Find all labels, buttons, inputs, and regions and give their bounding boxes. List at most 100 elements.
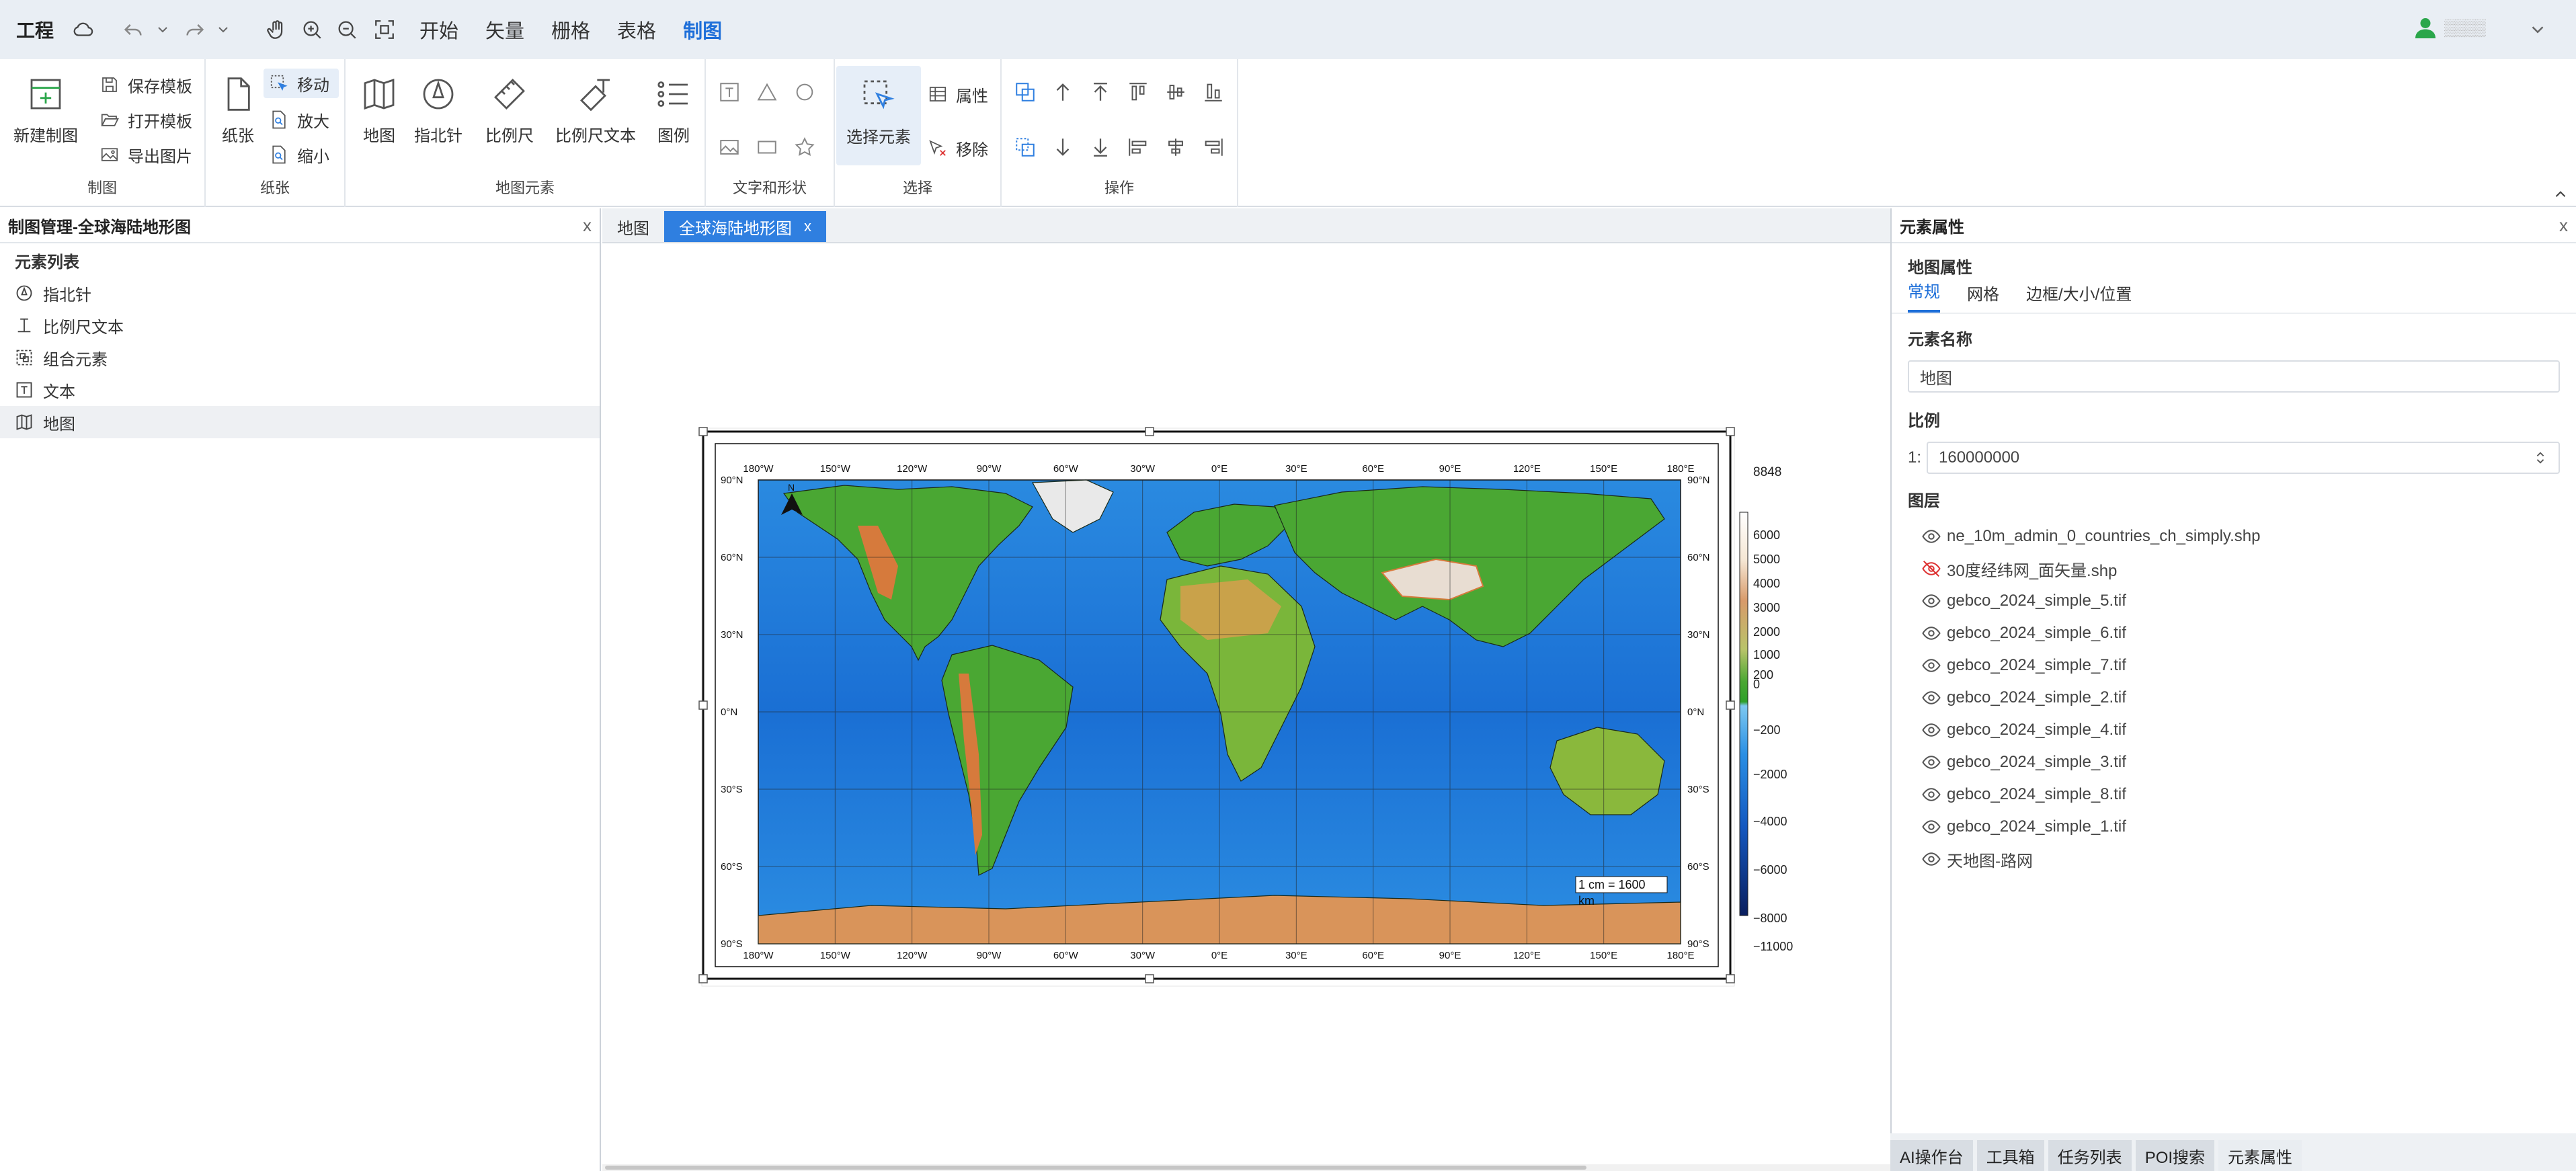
scale-bar-button[interactable]: 比例尺	[485, 75, 534, 146]
element-item-group[interactable]: 组合元素	[0, 341, 600, 374]
tab-map[interactable]: 地图	[602, 211, 664, 242]
element-item-text[interactable]: 文本	[0, 374, 600, 406]
eye-icon[interactable]	[1921, 752, 1941, 772]
resize-handle-n[interactable]	[1145, 427, 1154, 436]
menu-vector[interactable]: 矢量	[472, 0, 538, 59]
eye-icon[interactable]	[1921, 591, 1941, 611]
align-top-icon[interactable]	[1125, 79, 1151, 105]
element-item-north-arrow[interactable]: 指北针	[0, 277, 600, 309]
layer-item[interactable]: 天地图-路网	[1892, 843, 2576, 875]
align-center-icon[interactable]	[1163, 134, 1189, 160]
align-middle-icon[interactable]	[1163, 79, 1189, 105]
resize-handle-w[interactable]	[698, 700, 708, 710]
tab-poi-search[interactable]: POI搜索	[2135, 1140, 2215, 1171]
bring-to-front-icon[interactable]	[1088, 79, 1113, 105]
eye-icon[interactable]	[1921, 849, 1941, 869]
user-name[interactable]: ▒▒▒▒	[2444, 19, 2486, 38]
open-template-button[interactable]: 打开模板	[99, 105, 192, 134]
layout-canvas[interactable]: 8848 N 1 cm = 1600 km 180°W 150°W 120°W …	[602, 243, 1890, 1164]
element-name-input[interactable]: 地图	[1908, 360, 2560, 393]
zoom-in-icon[interactable]	[298, 0, 325, 59]
menu-raster[interactable]: 栅格	[538, 0, 604, 59]
tab-task-list[interactable]: 任务列表	[2048, 1140, 2132, 1171]
collapse-ribbon-icon[interactable]	[2552, 186, 2569, 203]
align-bottom-icon[interactable]	[1201, 79, 1226, 105]
layer-item[interactable]: gebco_2024_simple_2.tif	[1892, 682, 2576, 714]
layer-item[interactable]: gebco_2024_simple_7.tif	[1892, 649, 2576, 682]
full-extent-icon[interactable]	[371, 0, 398, 59]
remove-button[interactable]: 移除	[928, 133, 988, 163]
new-map-button[interactable]: 新建制图	[13, 75, 78, 146]
circle-tool-icon[interactable]	[792, 79, 817, 105]
close-tab-button[interactable]: x	[804, 218, 811, 235]
star-tool-icon[interactable]	[792, 134, 817, 160]
layer-item[interactable]: ne_10m_admin_0_countries_ch_simply.shp	[1892, 520, 2576, 553]
bring-forward-icon[interactable]	[1050, 79, 1076, 105]
layer-item[interactable]: gebco_2024_simple_1.tif	[1892, 811, 2576, 843]
zoom-in-paper-button[interactable]: 放大	[269, 105, 329, 134]
export-image-button[interactable]: 导出图片	[99, 140, 192, 169]
align-right-icon[interactable]	[1201, 134, 1226, 160]
menu-start[interactable]: 开始	[406, 0, 472, 59]
send-backward-icon[interactable]	[1050, 134, 1076, 160]
resize-handle-nw[interactable]	[698, 427, 708, 436]
scrollbar-thumb[interactable]	[605, 1166, 1586, 1170]
tab-layout[interactable]: 全球海陆地形图 x	[664, 211, 826, 242]
close-properties-button[interactable]: x	[2559, 215, 2568, 236]
ungroup-elements-icon[interactable]	[1012, 134, 1038, 160]
legend-button[interactable]: 图例	[655, 75, 692, 146]
image-tool-icon[interactable]	[717, 134, 742, 160]
tab-ai-console[interactable]: AI操作台	[1890, 1140, 1973, 1171]
redo-dropdown-icon[interactable]	[215, 0, 231, 59]
text-tool-icon[interactable]	[717, 79, 742, 105]
eye-icon[interactable]	[1921, 623, 1941, 643]
menu-mapping[interactable]: 制图	[670, 0, 735, 59]
eye-icon[interactable]	[1921, 688, 1941, 708]
pan-hand-icon[interactable]	[264, 0, 290, 59]
close-panel-button[interactable]: x	[583, 215, 592, 236]
layer-item[interactable]: gebco_2024_simple_4.tif	[1892, 714, 2576, 746]
eye-off-icon[interactable]	[1921, 559, 1941, 579]
rectangle-tool-icon[interactable]	[754, 134, 780, 160]
undo-dropdown-icon[interactable]	[155, 0, 171, 59]
eye-icon[interactable]	[1921, 784, 1941, 805]
align-left-icon[interactable]	[1125, 134, 1151, 160]
scale-input[interactable]: 160000000	[1927, 442, 2560, 474]
element-item-map[interactable]: 地图	[0, 406, 600, 438]
properties-button[interactable]: 属性	[928, 79, 988, 109]
layer-item[interactable]: gebco_2024_simple_3.tif	[1892, 746, 2576, 778]
user-avatar-icon[interactable]	[2413, 15, 2438, 42]
move-button[interactable]: 移动	[264, 69, 339, 98]
layer-item[interactable]: 30度经纬网_面矢量.shp	[1892, 553, 2576, 585]
stepper-icon[interactable]	[2533, 448, 2548, 467]
menu-table[interactable]: 表格	[604, 0, 670, 59]
triangle-tool-icon[interactable]	[754, 79, 780, 105]
paper-button[interactable]: 纸张	[219, 75, 257, 146]
element-item-scale-text[interactable]: 比例尺文本	[0, 309, 600, 341]
horizontal-scrollbar[interactable]	[602, 1164, 1890, 1171]
redo-icon[interactable]	[182, 0, 208, 59]
north-arrow-button[interactable]: 指北针	[414, 75, 462, 146]
eye-icon[interactable]	[1921, 526, 1941, 547]
resize-handle-ne[interactable]	[1726, 427, 1735, 436]
subtab-border-size-position[interactable]: 边框/大小/位置	[2026, 281, 2132, 313]
layout-page[interactable]: 8848 N 1 cm = 1600 km 180°W 150°W 120°W …	[602, 243, 1890, 1164]
layer-item[interactable]: gebco_2024_simple_6.tif	[1892, 617, 2576, 649]
select-element-button[interactable]: 选择元素	[836, 66, 921, 165]
zoom-out-paper-button[interactable]: 缩小	[269, 140, 329, 169]
project-menu[interactable]: 工程	[16, 16, 54, 43]
send-to-back-icon[interactable]	[1088, 134, 1113, 160]
resize-handle-sw[interactable]	[698, 974, 708, 983]
eye-icon[interactable]	[1921, 720, 1941, 740]
cloud-icon[interactable]	[70, 0, 97, 59]
group-elements-icon[interactable]	[1012, 79, 1038, 105]
save-template-button[interactable]: 保存模板	[99, 70, 192, 99]
eye-icon[interactable]	[1921, 817, 1941, 837]
user-dropdown-icon[interactable]	[2528, 0, 2548, 59]
insert-map-button[interactable]: 地图	[360, 75, 398, 146]
tab-element-properties[interactable]: 元素属性	[2218, 1140, 2302, 1171]
resize-handle-se[interactable]	[1726, 974, 1735, 983]
undo-icon[interactable]	[120, 0, 147, 59]
subtab-general[interactable]: 常规	[1908, 278, 1940, 313]
eye-icon[interactable]	[1921, 655, 1941, 676]
